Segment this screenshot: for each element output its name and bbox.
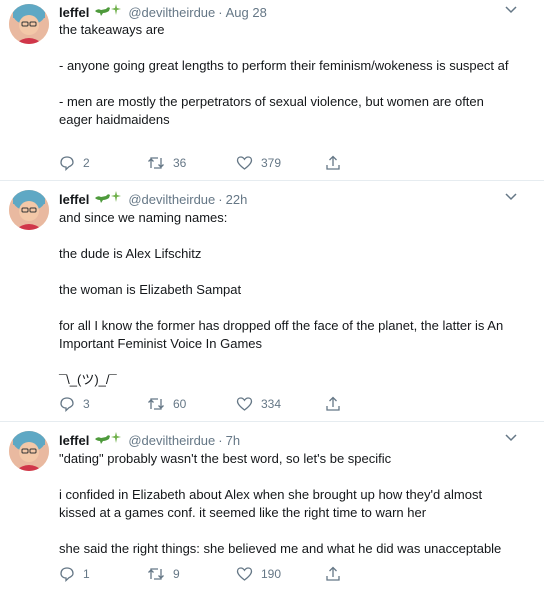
tweet-header: leffel @deviltheirdue · 22h [59,190,247,209]
reply-button[interactable]: 1 [59,565,90,583]
separator-dot: · [218,432,223,448]
tweet-paragraph: the takeaways are [59,22,165,37]
retweet-count: 9 [173,567,180,581]
avatar[interactable] [9,190,49,230]
tweet-paragraph: i confided in Elizabeth about Alex when … [59,487,486,520]
retweet-icon [148,157,164,169]
retweet-icon [148,568,164,580]
dinosaur-emoji [94,3,124,22]
share-icon [326,155,340,170]
like-count: 334 [261,397,282,411]
tweet-paragraph: - men are mostly the perpetrators of sex… [59,94,488,127]
tweet-header: leffel @deviltheirdue · 7h [59,431,240,450]
like-button[interactable]: 379 [236,154,281,172]
display-name[interactable]: leffel [59,4,89,22]
dinosaur-emoji [94,431,124,450]
retweet-button[interactable]: 9 [147,565,180,583]
chevron-down-icon[interactable] [505,434,517,442]
user-handle[interactable]: @deviltheirdue [128,432,215,450]
share-button[interactable] [325,565,341,583]
tweet[interactable]: leffel @deviltheirdue · 22h and since we… [0,181,544,422]
separator-dot: · [218,191,223,207]
tweet-paragraph: she said the right things: she believed … [59,541,502,556]
tweet-paragraph: the woman is Elizabeth Sampat [59,282,242,297]
user-handle[interactable]: @deviltheirdue [128,4,215,22]
tweet-paragraph: the dude is Alex Lifschitz [59,246,202,261]
avatar[interactable] [9,431,49,471]
like-icon [236,567,253,581]
reply-icon [60,567,74,582]
tweet-text: the takeaways are - anyone going great l… [59,21,519,129]
tweet-paragraph: - anyone going great lengths to perform … [59,58,509,73]
retweet-count: 36 [173,156,187,170]
separator-dot: · [218,4,223,20]
display-name[interactable]: leffel [59,432,89,450]
tweet-paragraph: and since we naming names: [59,210,228,225]
avatar[interactable] [9,4,49,44]
retweet-count: 60 [173,397,187,411]
like-button[interactable]: 334 [236,395,281,413]
tweet[interactable]: leffel @deviltheirdue · 7h "dating" prob… [0,422,544,596]
reply-icon [60,397,74,412]
retweet-button[interactable]: 60 [147,395,186,413]
timestamp[interactable]: 22h [226,191,248,209]
reply-count: 1 [83,567,90,581]
tweet-paragraph: ¯\_(ツ)_/¯ [59,372,117,387]
tweet-header: leffel @deviltheirdue · Aug 28 [59,3,267,22]
timestamp[interactable]: 7h [226,432,240,450]
share-icon [326,396,340,411]
chevron-down-icon[interactable] [505,193,517,201]
share-button[interactable] [325,154,341,172]
like-icon [236,397,253,411]
tweet-paragraph: "dating" probably wasn't the best word, … [59,451,392,466]
reply-icon [60,156,74,171]
like-count: 190 [261,567,282,581]
reply-button[interactable]: 3 [59,395,90,413]
reply-count: 2 [83,156,90,170]
like-count: 379 [261,156,282,170]
display-name[interactable]: leffel [59,191,89,209]
tweet-text: "dating" probably wasn't the best word, … [59,450,519,558]
user-handle[interactable]: @deviltheirdue [128,191,215,209]
dinosaur-emoji [94,190,124,209]
retweet-button[interactable]: 36 [147,154,186,172]
tweet-paragraph: for all I know the former has dropped of… [59,318,507,351]
chevron-down-icon[interactable] [505,6,517,14]
reply-button[interactable]: 2 [59,154,90,172]
like-icon [236,156,253,170]
like-button[interactable]: 190 [236,565,281,583]
timestamp[interactable]: Aug 28 [226,4,267,22]
share-button[interactable] [325,395,341,413]
share-icon [326,566,340,581]
reply-count: 3 [83,397,90,411]
tweet[interactable]: leffel @deviltheirdue · Aug 28 the takea… [0,0,544,181]
retweet-icon [148,398,164,410]
tweet-text: and since we naming names: the dude is A… [59,209,519,389]
